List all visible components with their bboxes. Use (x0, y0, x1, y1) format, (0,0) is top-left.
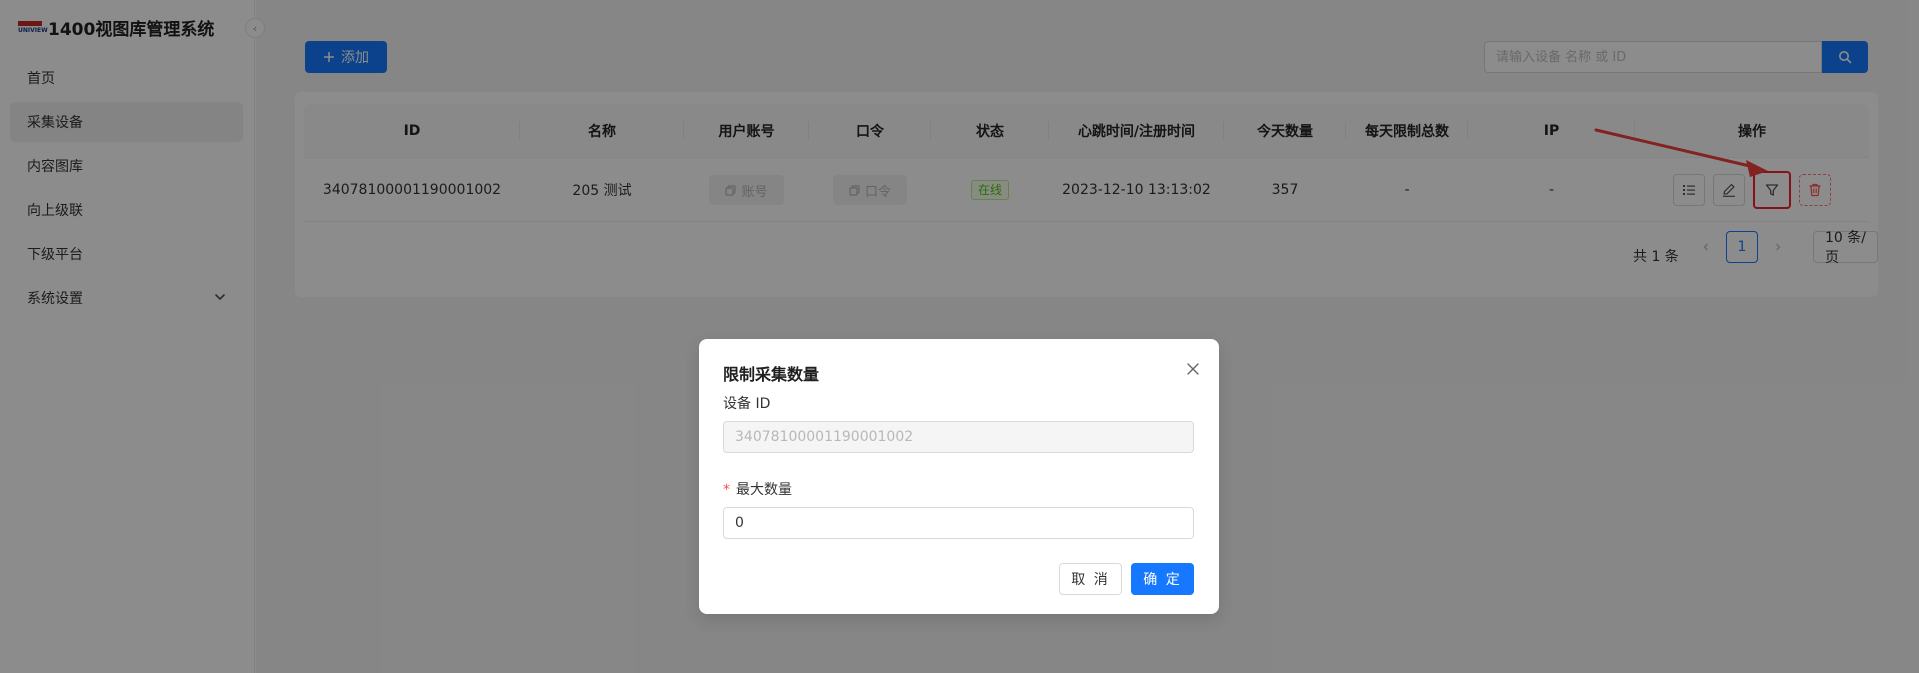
required-mark: * (723, 482, 730, 498)
close-icon (1187, 363, 1199, 375)
modal-title: 限制采集数量 (723, 365, 820, 384)
device-id-value: 34078100001190001002 (735, 429, 914, 445)
modal-close-button[interactable] (1182, 358, 1204, 380)
device-id-field: 34078100001190001002 (723, 421, 1194, 453)
max-count-label: * 最大数量 (723, 482, 792, 498)
max-count-field[interactable] (723, 507, 1194, 539)
device-id-label: 设备 ID (723, 396, 771, 412)
confirm-button[interactable]: 确 定 (1131, 563, 1194, 595)
max-count-input[interactable] (735, 508, 1193, 538)
cancel-button[interactable]: 取 消 (1059, 563, 1122, 595)
limit-collection-modal: 限制采集数量 设备 ID 34078100001190001002 * 最大数量 … (699, 339, 1219, 614)
